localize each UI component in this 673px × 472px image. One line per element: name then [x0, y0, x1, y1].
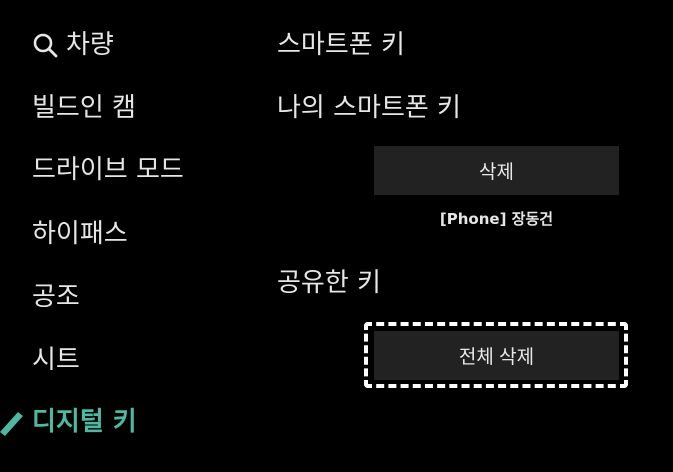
active-indicator-icon	[0, 412, 23, 436]
sidebar: 차량 빌드인 캠 드라이브 모드 하이패스 공조 시트 디지털 키	[0, 0, 250, 472]
sidebar-item-builtin-cam[interactable]: 빌드인 캠	[32, 92, 136, 124]
digital-key-settings-page: 차량 빌드인 캠 드라이브 모드 하이패스 공조 시트 디지털 키 스마트폰 키…	[0, 0, 673, 472]
sidebar-item-label: 공조	[32, 282, 80, 312]
search-icon	[33, 33, 58, 58]
sidebar-item-drive-mode[interactable]: 드라이브 모드	[32, 154, 184, 186]
delete-all-button[interactable]: 전체 삭제	[374, 331, 619, 380]
sidebar-item-label: 빌드인 캠	[32, 93, 136, 123]
delete-button[interactable]: 삭제	[374, 146, 619, 195]
main-content: 스마트폰 키 나의 스마트폰 키 삭제 [Phone] 장동건 공유한 키 전체…	[277, 0, 673, 472]
sidebar-item-label: 드라이브 모드	[32, 155, 184, 185]
shared-key-title: 공유한 키	[277, 268, 381, 298]
my-smartphone-key-title: 나의 스마트폰 키	[277, 93, 461, 123]
sidebar-item-label: 차량	[66, 30, 114, 60]
smartphone-key-title: 스마트폰 키	[277, 30, 405, 60]
sidebar-item-label: 하이패스	[32, 219, 128, 249]
device-name-label: [Phone] 장동건	[439, 210, 554, 228]
sidebar-item-seat[interactable]: 시트	[32, 344, 80, 376]
sidebar-item-digital-key[interactable]: 디지털 키	[32, 406, 137, 438]
sidebar-item-hipass[interactable]: 하이패스	[32, 218, 128, 250]
sidebar-item-label: 디지털 키	[32, 407, 137, 437]
sidebar-item-label: 시트	[32, 345, 80, 375]
sidebar-item-vehicle[interactable]: 차량	[32, 29, 114, 61]
sidebar-item-climate[interactable]: 공조	[32, 281, 80, 313]
